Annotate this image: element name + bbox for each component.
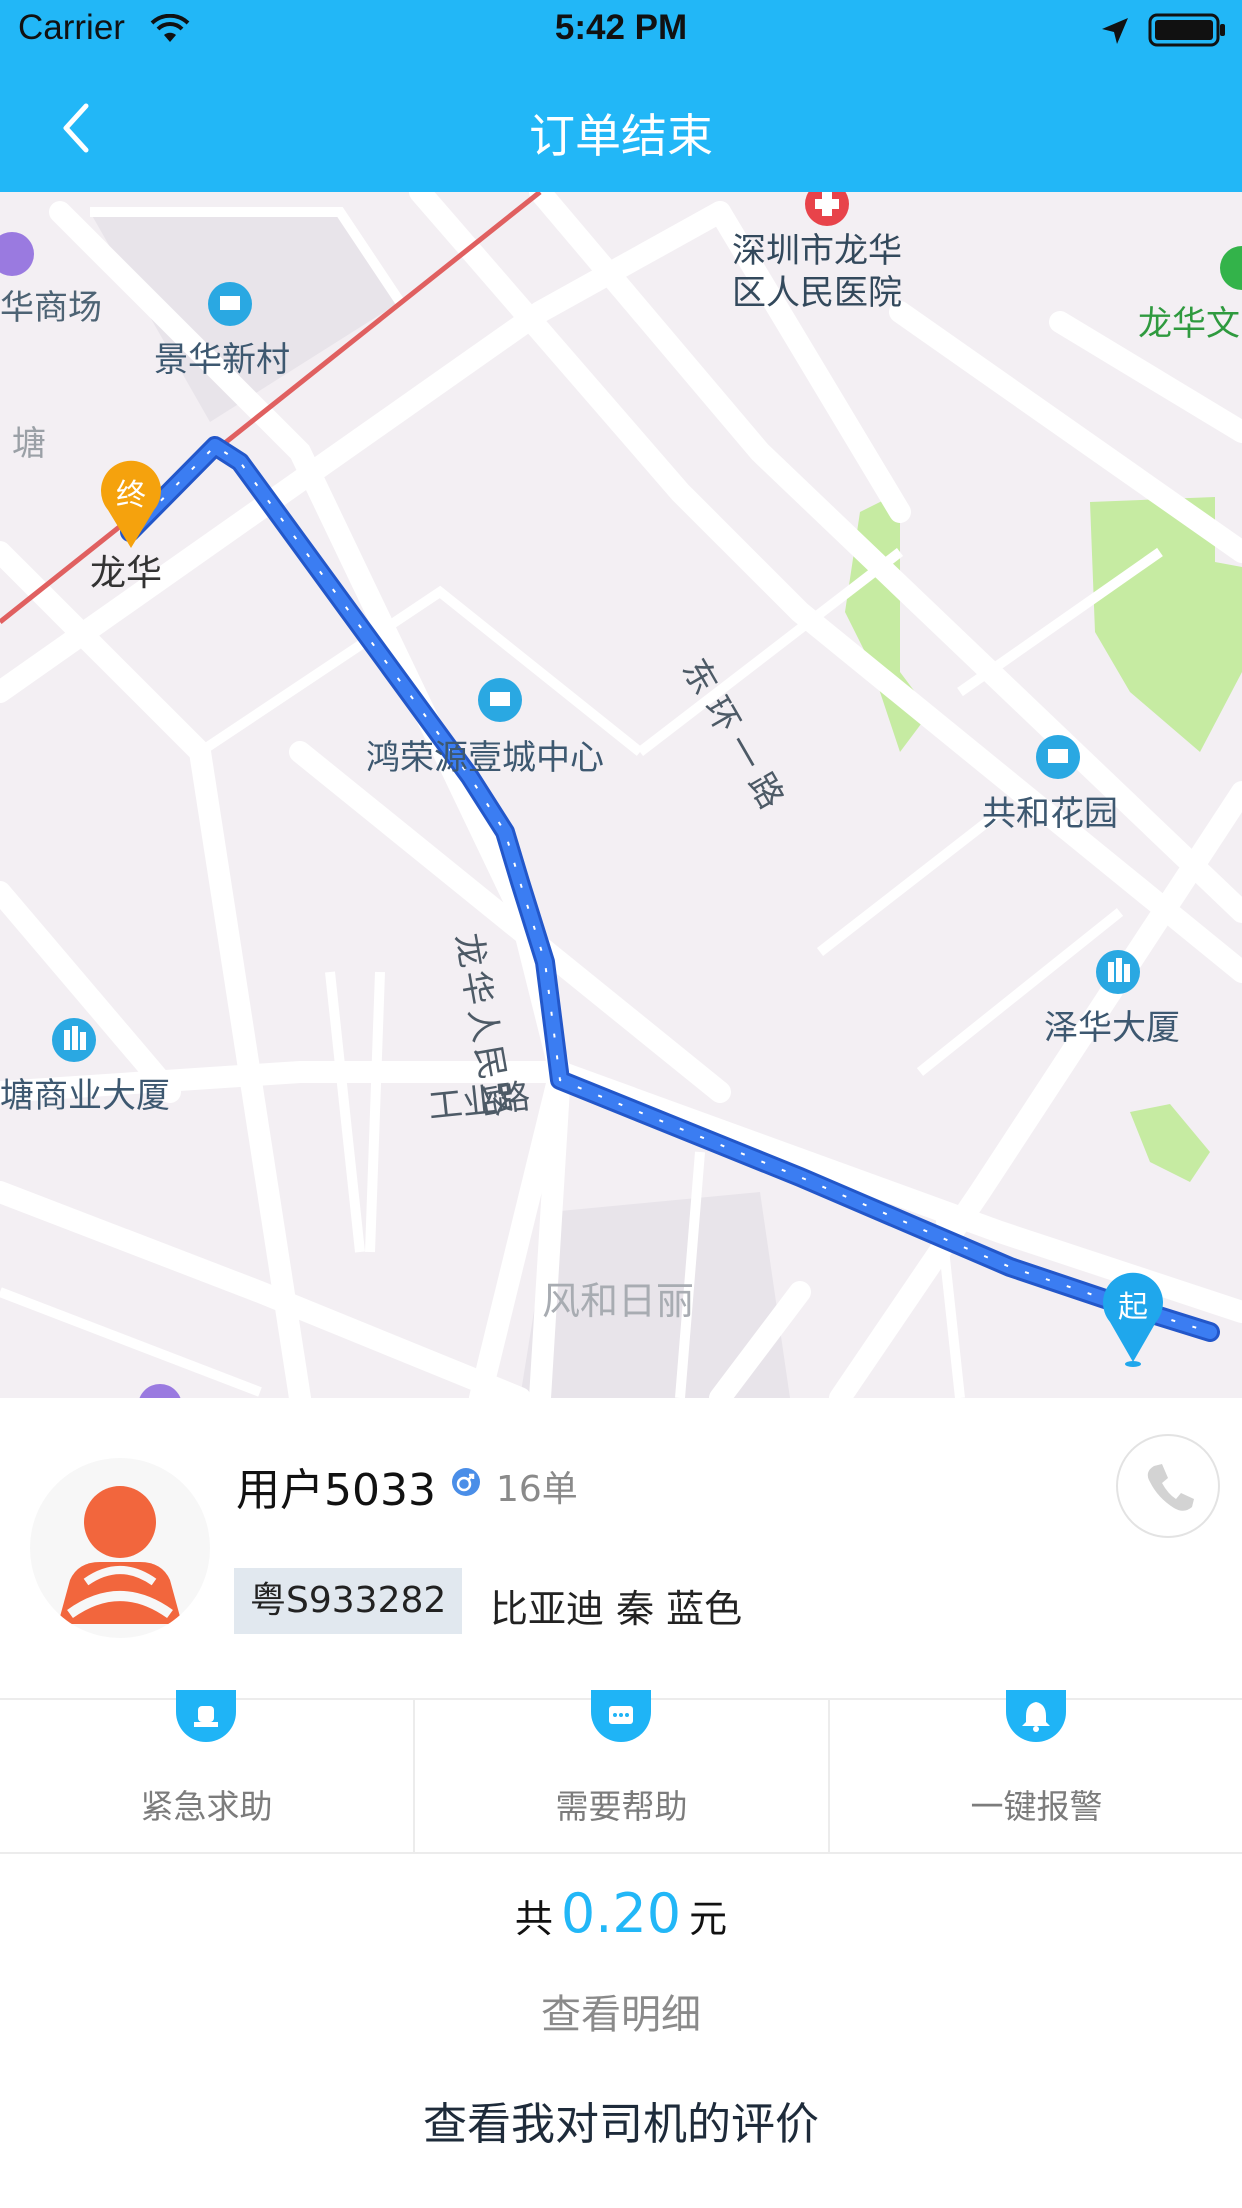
bell-icon bbox=[1006, 1690, 1066, 1742]
battery-icon bbox=[1148, 13, 1225, 47]
view-detail-link[interactable]: 查看明细 bbox=[0, 1982, 1242, 2040]
map-label-mall: 华商场 bbox=[0, 288, 102, 328]
fare-prefix: 共 bbox=[514, 1897, 553, 1941]
status-bar: Carrier 5:42 PM bbox=[0, 0, 1242, 62]
navigation-bar: 订单结束 bbox=[0, 62, 1242, 192]
phone-icon bbox=[1147, 1464, 1194, 1511]
need-help-label: 需要帮助 bbox=[555, 1787, 688, 1826]
emergency-help-label: 紧急求助 bbox=[140, 1787, 273, 1826]
order-count: 16单 bbox=[496, 1469, 578, 1510]
map-label-longhua-culture: 龙华文 bbox=[1138, 304, 1240, 344]
map-label-tangshang: 塘商业大厦 bbox=[0, 1076, 170, 1116]
chat-icon bbox=[591, 1690, 651, 1742]
male-icon bbox=[452, 1468, 480, 1496]
map-label-hospital: 深圳市龙华 区人民医院 bbox=[732, 231, 902, 313]
map-label-gonghe: 共和花园 bbox=[982, 794, 1118, 834]
license-plate: 粤S933282 bbox=[234, 1568, 463, 1634]
end-marker-label: 终 bbox=[116, 478, 146, 513]
call-driver-button[interactable] bbox=[1116, 1434, 1220, 1538]
map-label-tang: 塘 bbox=[12, 424, 46, 464]
driver-avatar-icon bbox=[58, 1486, 182, 1624]
safety-actions: 紧急求助 需要帮助 一键报警 bbox=[0, 1690, 1242, 1854]
fare-total: 共 0.20 元 bbox=[0, 1882, 1242, 1945]
view-rating-link[interactable]: 查看我对司机的评价 bbox=[0, 2088, 1242, 2152]
avatar bbox=[30, 1458, 210, 1638]
hospital-icon bbox=[805, 192, 849, 226]
one-tap-alarm-button[interactable]: 一键报警 bbox=[828, 1690, 1242, 1852]
fare-unit: 元 bbox=[689, 1897, 728, 1941]
route-map[interactable]: 深圳市龙华 区人民医院 华商场 景华新村 塘 龙华文 东环一路 鸿荣源壹城中心 … bbox=[0, 192, 1242, 1398]
location-arrow-icon bbox=[1102, 18, 1128, 44]
driver-name: 用户5033 bbox=[236, 1465, 436, 1516]
need-help-button[interactable]: 需要帮助 bbox=[413, 1690, 828, 1852]
car-description: 比亚迪 秦 蓝色 bbox=[490, 1587, 743, 1631]
emergency-help-button[interactable]: 紧急求助 bbox=[0, 1690, 413, 1852]
driver-card: 用户5033 16单 粤S933282 比亚迪 秦 蓝色 bbox=[0, 1398, 1242, 1698]
map-label-longhua: 龙华 bbox=[90, 553, 163, 594]
start-marker[interactable]: 起 bbox=[1100, 1270, 1166, 1368]
map-label-hongrong: 鸿荣源壹城中心 bbox=[366, 738, 604, 778]
end-marker[interactable]: 终 bbox=[98, 458, 164, 550]
map-label-jinghua: 景华新村 bbox=[154, 340, 290, 380]
page-title: 订单结束 bbox=[529, 109, 713, 163]
fare-amount: 0.20 bbox=[560, 1882, 682, 1945]
siren-icon bbox=[176, 1690, 236, 1742]
map-label-zehua: 泽华大厦 bbox=[1044, 1008, 1180, 1048]
one-tap-alarm-label: 一键报警 bbox=[970, 1787, 1103, 1826]
clock: 5:42 PM bbox=[554, 8, 688, 47]
start-marker-label: 起 bbox=[1118, 1290, 1148, 1325]
map-label-fenghe: 风和日丽 bbox=[542, 1279, 695, 1323]
